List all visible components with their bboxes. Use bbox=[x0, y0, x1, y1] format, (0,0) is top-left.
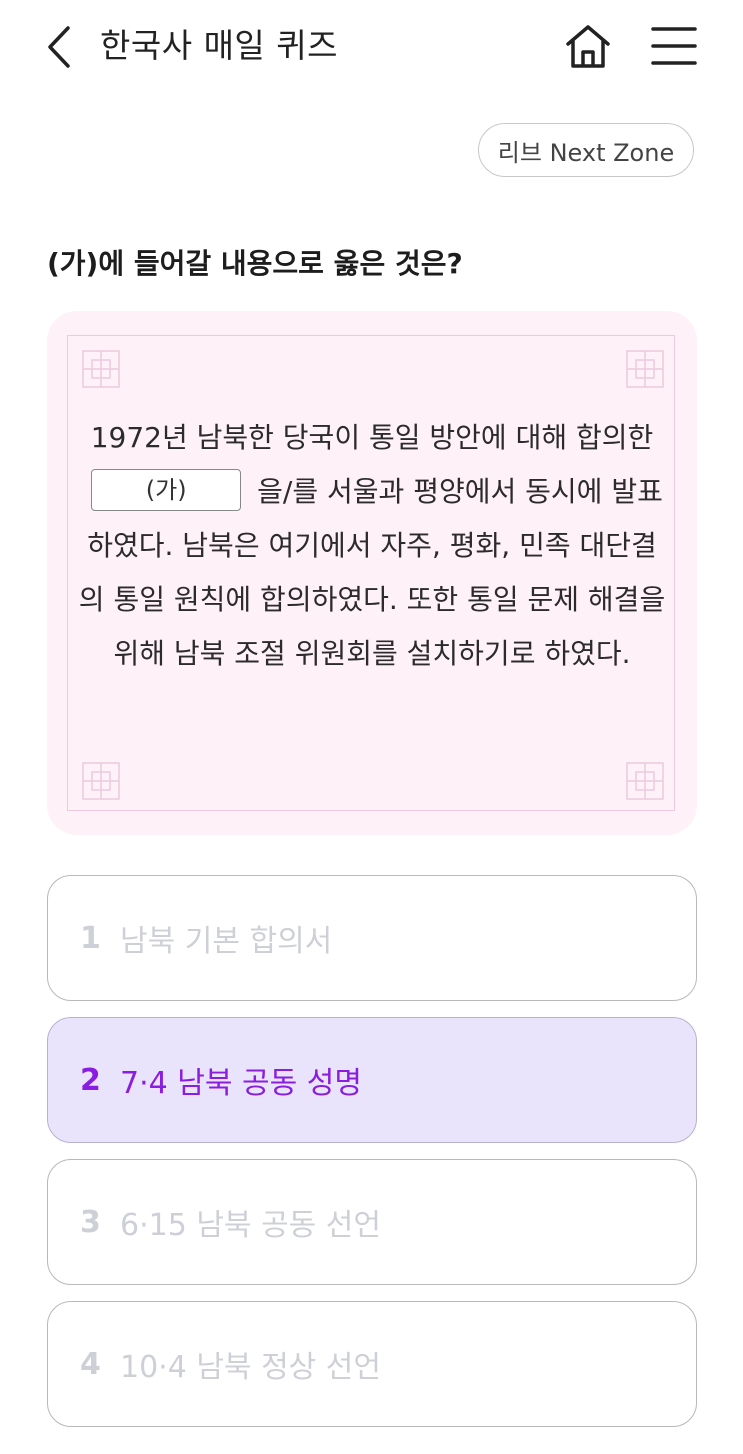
top-app-bar: 한국사 매일 퀴즈 bbox=[0, 0, 743, 94]
passage-text: 1972년 남북한 당국이 통일 방안에 대해 합의한(가) 을/를 서울과 평양… bbox=[77, 411, 667, 681]
option-number: 4 bbox=[80, 1346, 101, 1382]
hamburger-menu-icon bbox=[651, 27, 697, 65]
passage-box: 1972년 남북한 당국이 통일 방안에 대해 합의한(가) 을/를 서울과 평양… bbox=[47, 311, 697, 835]
option-number: 1 bbox=[80, 920, 101, 956]
option-text: 6·15 남북 공동 선언 bbox=[120, 1208, 382, 1243]
home-icon bbox=[566, 25, 610, 68]
home-button[interactable] bbox=[560, 20, 616, 74]
menu-button[interactable] bbox=[648, 22, 700, 70]
passage-text-before: 1972년 남북한 당국이 통일 방안에 대해 합의한 bbox=[90, 421, 654, 454]
ornament-corner-icon bbox=[626, 762, 664, 800]
answer-option-4[interactable]: 4 10·4 남북 정상 선언 bbox=[47, 1301, 697, 1427]
blank-box: (가) bbox=[91, 469, 242, 511]
option-number: 2 bbox=[80, 1062, 101, 1098]
ornament-corner-icon bbox=[82, 762, 120, 800]
page-title: 한국사 매일 퀴즈 bbox=[100, 26, 338, 65]
option-text: 남북 기본 합의서 bbox=[120, 924, 333, 959]
option-text: 7·4 남북 공동 성명 bbox=[120, 1066, 362, 1101]
ornament-corner-icon bbox=[626, 350, 664, 388]
question-text: (가)에 들어갈 내용으로 옳은 것은? bbox=[47, 247, 463, 280]
back-button[interactable] bbox=[40, 22, 84, 72]
answer-option-1[interactable]: 1 남북 기본 합의서 bbox=[47, 875, 697, 1001]
answer-option-2[interactable]: 2 7·4 남북 공동 성명 bbox=[47, 1017, 697, 1143]
ornament-corner-icon bbox=[82, 350, 120, 388]
chevron-left-icon bbox=[48, 26, 70, 68]
option-text: 10·4 남북 정상 선언 bbox=[120, 1350, 382, 1385]
option-number: 3 bbox=[80, 1204, 101, 1240]
answer-option-3[interactable]: 3 6·15 남북 공동 선언 bbox=[47, 1159, 697, 1285]
next-zone-button[interactable]: 리브 Next Zone bbox=[478, 123, 694, 177]
